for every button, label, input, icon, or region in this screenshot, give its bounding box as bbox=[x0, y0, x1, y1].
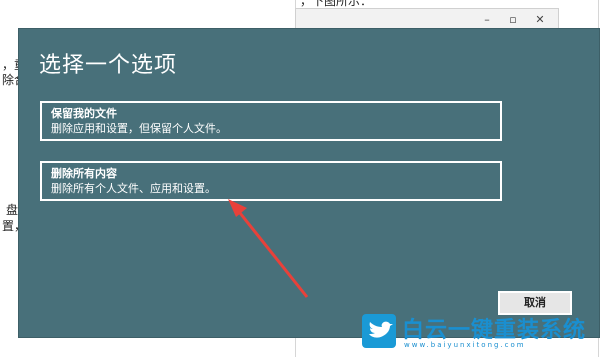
option-title: 删除所有内容 bbox=[51, 167, 117, 180]
reset-options-dialog: 选择一个选项 保留我的文件 删除应用和设置，但保留个人文件。 删除所有内容 删除… bbox=[18, 28, 600, 338]
watermark-text: 白云一键重装系统 bbox=[402, 318, 587, 343]
maximize-icon[interactable]: ▫ bbox=[504, 12, 522, 28]
dialog-title: 选择一个选项 bbox=[39, 53, 178, 78]
option-title: 保留我的文件 bbox=[51, 107, 117, 120]
option-keep-my-files[interactable]: 保留我的文件 删除应用和设置，但保留个人文件。 bbox=[40, 101, 502, 141]
watermark: 白云一键重装系统 www.baiyunxitong.com bbox=[360, 312, 610, 356]
option-description: 删除所有个人文件、应用和设置。 bbox=[51, 182, 216, 195]
option-description: 删除应用和设置，但保留个人文件。 bbox=[51, 122, 227, 135]
option-remove-everything[interactable]: 删除所有内容 删除所有个人文件、应用和设置。 bbox=[40, 161, 502, 201]
watermark-url: www.baiyunxitong.com bbox=[404, 341, 526, 349]
minimize-icon[interactable]: – bbox=[478, 12, 496, 28]
close-icon[interactable]: ✕ bbox=[531, 12, 549, 28]
bird-logo-icon bbox=[362, 314, 396, 348]
background-text-fragment: 盘 bbox=[6, 203, 19, 217]
background-text-fragment: ，下图所示： bbox=[300, 0, 373, 8]
